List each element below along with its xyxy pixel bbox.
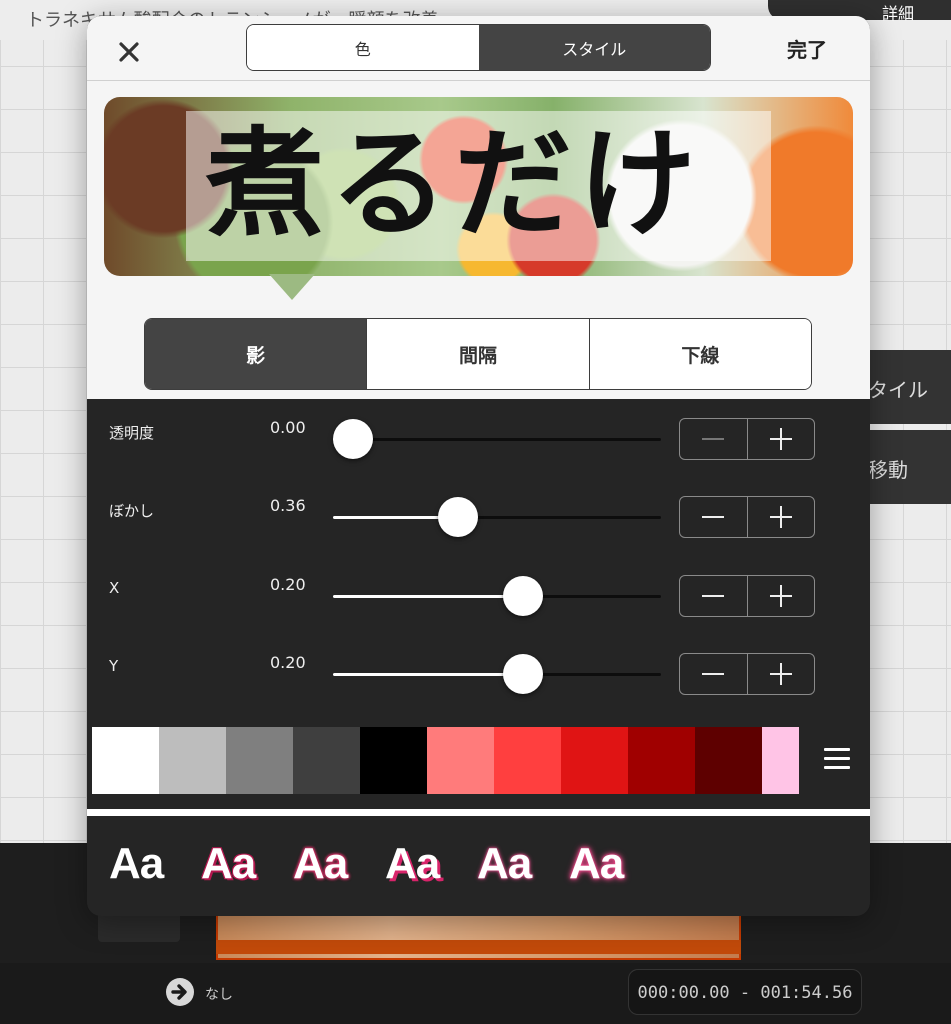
x-offset-decrement-button[interactable] <box>680 576 747 616</box>
blur-stepper <box>679 496 815 538</box>
color-swatch[interactable] <box>628 727 695 794</box>
y-offset-increment-button[interactable] <box>746 654 815 694</box>
y-offset-slider-thumb[interactable] <box>503 654 543 694</box>
opacity-value: 0.00 <box>270 418 306 437</box>
x-offset-stepper <box>679 575 815 617</box>
hamburger-icon <box>824 748 850 769</box>
side-style-label: タイル <box>868 378 928 402</box>
style-presets: Aa Aa Aa Aa Aa Aa <box>109 839 661 889</box>
y-offset-slider-fill <box>333 673 523 676</box>
plus-icon <box>769 585 792 607</box>
style-preset-plain[interactable]: Aa <box>109 839 201 889</box>
transition-label: なし <box>205 987 233 1003</box>
shadow-controls: 透明度 0.00 ぼかし 0.36 X 0.20 Y 0.20 Aa Aa Aa… <box>87 399 870 916</box>
x-offset-label: X <box>109 579 120 597</box>
blur-slider-thumb[interactable] <box>438 497 478 537</box>
color-swatch[interactable] <box>92 727 159 794</box>
shadow-color-palette <box>92 727 799 794</box>
x-offset-value: 0.20 <box>270 575 306 594</box>
style-preset-strong-glow[interactable]: Aa <box>569 839 661 889</box>
header-divider <box>87 80 870 81</box>
minus-icon <box>702 438 725 440</box>
y-offset-row: Y 0.20 <box>87 634 870 695</box>
blur-value: 0.36 <box>270 496 306 515</box>
style-preset-drop-shadow[interactable]: Aa <box>385 839 477 889</box>
y-offset-label: Y <box>109 657 119 675</box>
close-icon <box>119 42 139 62</box>
style-preset-glow[interactable]: Aa <box>293 839 385 889</box>
opacity-stepper <box>679 418 815 460</box>
blur-row: ぼかし 0.36 <box>87 477 870 538</box>
style-preset-soft-glow[interactable]: Aa <box>477 839 569 889</box>
x-offset-row: X 0.20 <box>87 556 870 617</box>
x-offset-slider-fill <box>333 595 523 598</box>
preview-text: 煮るだけ <box>206 115 703 253</box>
opacity-slider[interactable] <box>333 419 661 459</box>
plus-icon <box>769 428 792 450</box>
done-button[interactable]: 完了 <box>787 34 827 63</box>
color-swatch[interactable] <box>427 727 494 794</box>
y-offset-value: 0.20 <box>270 653 306 672</box>
blur-increment-button[interactable] <box>746 497 815 537</box>
opacity-row: 透明度 0.00 <box>87 399 870 460</box>
plus-icon <box>769 663 792 685</box>
text-preview: 煮るだけ <box>104 97 853 276</box>
color-swatch[interactable] <box>494 727 561 794</box>
tab-underline[interactable]: 下線 <box>588 319 811 389</box>
y-offset-slider[interactable] <box>333 654 661 694</box>
style-preset-outline[interactable]: Aa <box>201 839 293 889</box>
x-offset-slider-thumb[interactable] <box>503 576 543 616</box>
time-range-display[interactable]: 000:00.00 - 001:54.56 <box>628 969 862 1015</box>
side-move-label: 移動 <box>868 458 908 482</box>
color-swatch[interactable] <box>360 727 427 794</box>
x-offset-increment-button[interactable] <box>746 576 815 616</box>
color-swatch[interactable] <box>159 727 226 794</box>
transition-arrow-icon[interactable] <box>166 978 194 1006</box>
style-sub-tabs: 影 間隔 下線 <box>144 318 812 390</box>
tab-color[interactable]: 色 <box>247 25 479 70</box>
tab-spacing[interactable]: 間隔 <box>366 319 589 389</box>
color-swatch[interactable] <box>226 727 293 794</box>
color-swatch[interactable] <box>695 727 762 794</box>
y-offset-decrement-button[interactable] <box>680 654 747 694</box>
color-swatch[interactable] <box>762 727 799 794</box>
modal-top-section: 色 スタイル 完了 煮るだけ 影 間隔 下線 <box>87 16 870 399</box>
opacity-increment-button[interactable] <box>746 419 815 459</box>
mode-tabs: 色 スタイル <box>246 24 711 71</box>
color-swatch[interactable] <box>293 727 360 794</box>
detail-button-label: 詳細 <box>882 4 915 23</box>
text-style-modal: 色 スタイル 完了 煮るだけ 影 間隔 下線 透明度 0.00 ぼかし 0.36… <box>87 16 870 916</box>
blur-label: ぼかし <box>109 502 155 520</box>
minus-icon <box>702 516 725 518</box>
minus-icon <box>702 595 725 597</box>
opacity-slider-thumb[interactable] <box>333 419 373 459</box>
opacity-decrement-button[interactable] <box>680 419 747 459</box>
tab-shadow[interactable]: 影 <box>145 319 367 389</box>
preview-pointer <box>269 274 315 300</box>
x-offset-slider[interactable] <box>333 576 661 616</box>
palette-menu-button[interactable] <box>824 748 850 770</box>
blur-decrement-button[interactable] <box>680 497 747 537</box>
timeline-clip-bar <box>216 940 741 954</box>
minus-icon <box>702 673 725 675</box>
plus-icon <box>769 506 792 528</box>
blur-slider[interactable] <box>333 497 661 537</box>
y-offset-stepper <box>679 653 815 695</box>
tab-style[interactable]: スタイル <box>478 25 710 70</box>
close-button[interactable] <box>109 32 149 72</box>
opacity-label: 透明度 <box>109 424 155 442</box>
color-swatch[interactable] <box>561 727 628 794</box>
section-divider <box>87 809 870 816</box>
